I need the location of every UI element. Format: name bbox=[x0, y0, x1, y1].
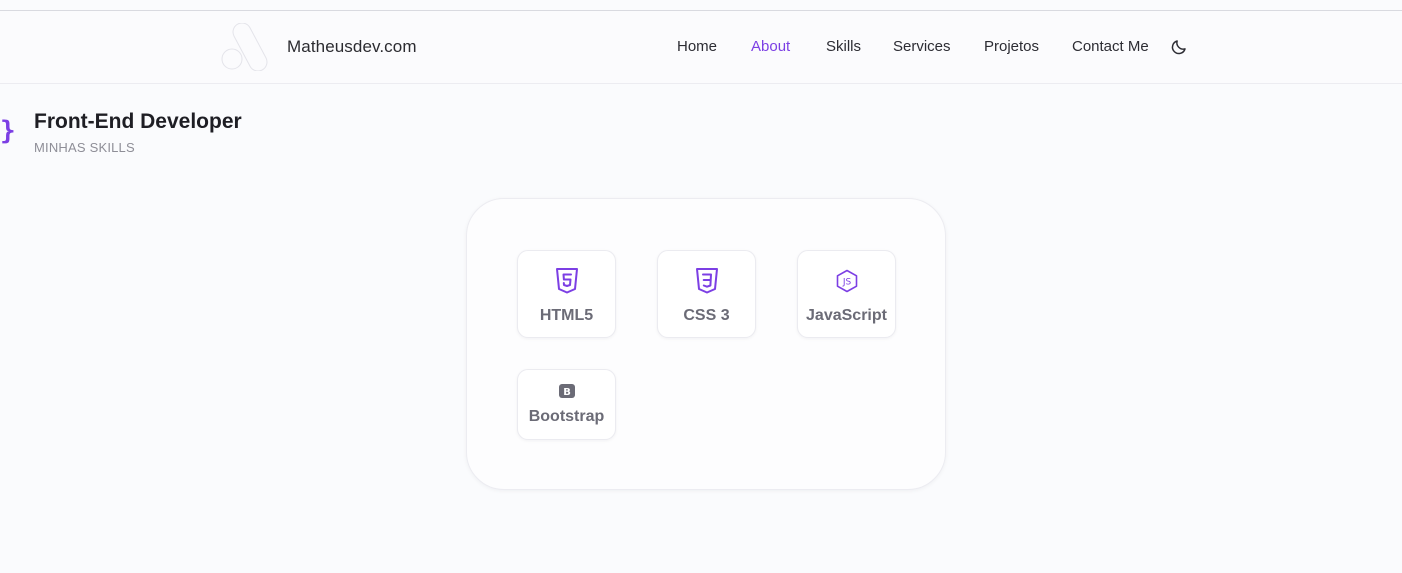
nav-skills[interactable]: Skills bbox=[826, 38, 861, 55]
section-subtitle: MINHAS SKILLS bbox=[34, 140, 135, 155]
site-header: Matheusdev.com Home About Skills Service… bbox=[0, 11, 1402, 84]
html5-icon bbox=[555, 268, 578, 294]
bootstrap-icon: B bbox=[558, 384, 575, 398]
section-title: Front-End Developer bbox=[34, 110, 242, 133]
skill-card-bootstrap[interactable]: B Bootstrap bbox=[517, 369, 616, 440]
nav-about[interactable]: About bbox=[751, 38, 790, 55]
code-brace-icon: } bbox=[0, 116, 16, 146]
nav-home[interactable]: Home bbox=[677, 38, 717, 55]
javascript-icon: JS bbox=[836, 269, 857, 293]
skills-panel: HTML5 CSS 3 JS JavaScript B Bootstrap bbox=[466, 198, 946, 490]
brand-name[interactable]: Matheusdev.com bbox=[287, 37, 417, 57]
nav-contact-me[interactable]: Contact Me bbox=[1072, 38, 1149, 55]
moon-icon[interactable] bbox=[1170, 38, 1188, 56]
logo-icon[interactable] bbox=[221, 23, 273, 71]
nav-projetos[interactable]: Projetos bbox=[984, 38, 1039, 55]
skill-label: Bootstrap bbox=[528, 408, 605, 425]
nav-services[interactable]: Services bbox=[893, 38, 951, 55]
skill-label: JavaScript bbox=[806, 307, 887, 324]
svg-text:B: B bbox=[563, 387, 571, 398]
skill-card-javascript[interactable]: JS JavaScript bbox=[797, 250, 896, 338]
skill-label: HTML5 bbox=[539, 307, 594, 324]
css3-icon bbox=[695, 268, 718, 294]
skill-card-html5[interactable]: HTML5 bbox=[517, 250, 616, 338]
skill-card-css3[interactable]: CSS 3 bbox=[657, 250, 756, 338]
skill-label: CSS 3 bbox=[683, 307, 730, 324]
svg-text:JS: JS bbox=[841, 278, 851, 288]
